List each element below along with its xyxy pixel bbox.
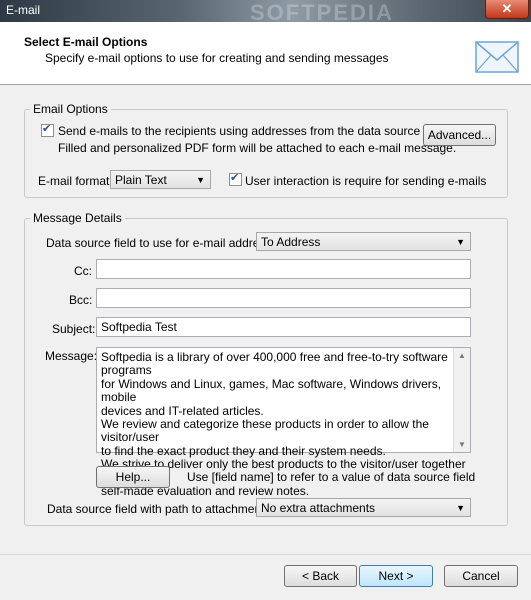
attachment-note: Filled and personalized PDF form will be… (58, 141, 457, 155)
message-line: Softpedia is a library of over 400,000 f… (101, 350, 448, 378)
title-bar: E-mail SOFTPEDIA ✕ (0, 0, 531, 25)
back-button[interactable]: < Back (284, 565, 357, 587)
address-field-select[interactable]: To Address ▼ (256, 232, 471, 251)
message-line: We review and categorize these products … (101, 417, 429, 445)
message-line: for Windows and Linux, games, Mac softwa… (101, 376, 442, 405)
message-details-label: Message Details (30, 211, 125, 225)
message-line: to find the exact product they and their… (101, 443, 386, 458)
message-line: devices and IT-related articles. (101, 403, 264, 418)
email-format-select[interactable]: Plain Text ▼ (110, 170, 211, 189)
send-emails-label: Send e-mails to the recipients using add… (58, 124, 421, 138)
page-title: Select E-mail Options (24, 35, 148, 49)
chevron-down-icon: ▼ (456, 503, 465, 513)
message-label: Message: (45, 349, 98, 363)
cc-label: Cc: (74, 264, 92, 278)
advanced-button[interactable]: Advanced... (423, 124, 496, 146)
subject-label: Subject: (52, 322, 96, 336)
cc-field[interactable] (96, 259, 471, 279)
cancel-button[interactable]: Cancel (444, 565, 518, 587)
user-interaction-checkbox[interactable] (229, 171, 242, 186)
help-button[interactable]: Help... (96, 466, 170, 488)
message-scrollbar[interactable]: ▲ ▼ (453, 348, 470, 452)
page-subtitle: Specify e-mail options to use for creati… (45, 51, 389, 65)
next-button[interactable]: Next > (359, 565, 433, 587)
user-interaction-label: User interaction is require for sending … (245, 174, 487, 188)
address-field-value: To Address (261, 235, 321, 249)
chevron-down-icon: ▼ (456, 237, 465, 247)
close-button[interactable]: ✕ (485, 0, 529, 19)
email-format-label: E-mail format: (38, 174, 113, 188)
footer-divider (0, 554, 531, 555)
attachment-field-label: Data source field with path to attachmen… (47, 502, 268, 516)
envelope-icon (475, 41, 519, 73)
bcc-field[interactable] (96, 288, 471, 308)
subject-field[interactable]: Softpedia Test (96, 317, 471, 337)
scroll-down-icon[interactable]: ▼ (458, 440, 466, 449)
bcc-label: Bcc: (69, 293, 93, 307)
scroll-up-icon[interactable]: ▲ (458, 351, 466, 360)
wizard-header: Select E-mail Options Specify e-mail opt… (0, 22, 531, 85)
attachment-field-select[interactable]: No extra attachments ▼ (256, 498, 471, 517)
email-format-value: Plain Text (115, 173, 167, 187)
attachment-field-value: No extra attachments (261, 501, 376, 515)
address-field-label: Data source field to use for e-mail addr… (46, 236, 275, 250)
window-title: E-mail (6, 3, 41, 17)
message-textarea[interactable]: Softpedia is a library of over 400,000 f… (96, 347, 471, 498)
email-options-label: Email Options (30, 102, 111, 116)
chevron-down-icon: ▼ (196, 175, 205, 185)
help-hint: Use [field name] to refer to a value of … (187, 470, 476, 484)
send-emails-checkbox[interactable] (41, 122, 54, 137)
